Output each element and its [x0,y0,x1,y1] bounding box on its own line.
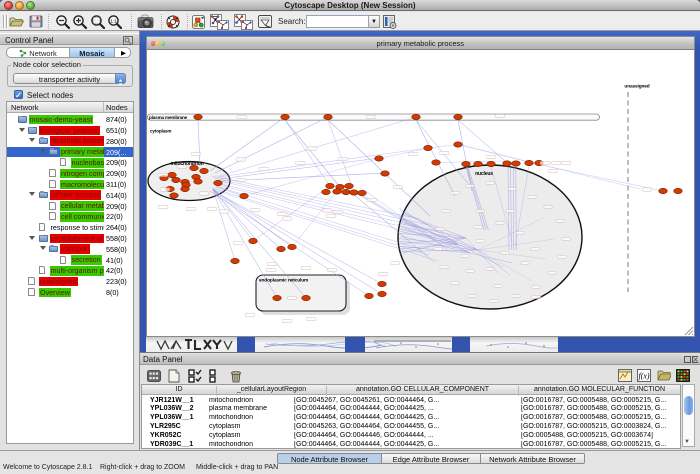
svg-text:plasma membrane: plasma membrane [149,115,188,120]
svg-text:f(x): f(x) [638,372,649,381]
svg-text:mitochondrion: mitochondrion [170,161,203,167]
svg-text:endoplasmic reticulum: endoplasmic reticulum [259,278,308,284]
svg-text:nucleus: nucleus [475,171,493,177]
svg-text:1:1: 1:1 [110,19,117,24]
svg-text:unassigned: unassigned [624,84,649,90]
svg-text:cytoplasm: cytoplasm [150,129,171,134]
